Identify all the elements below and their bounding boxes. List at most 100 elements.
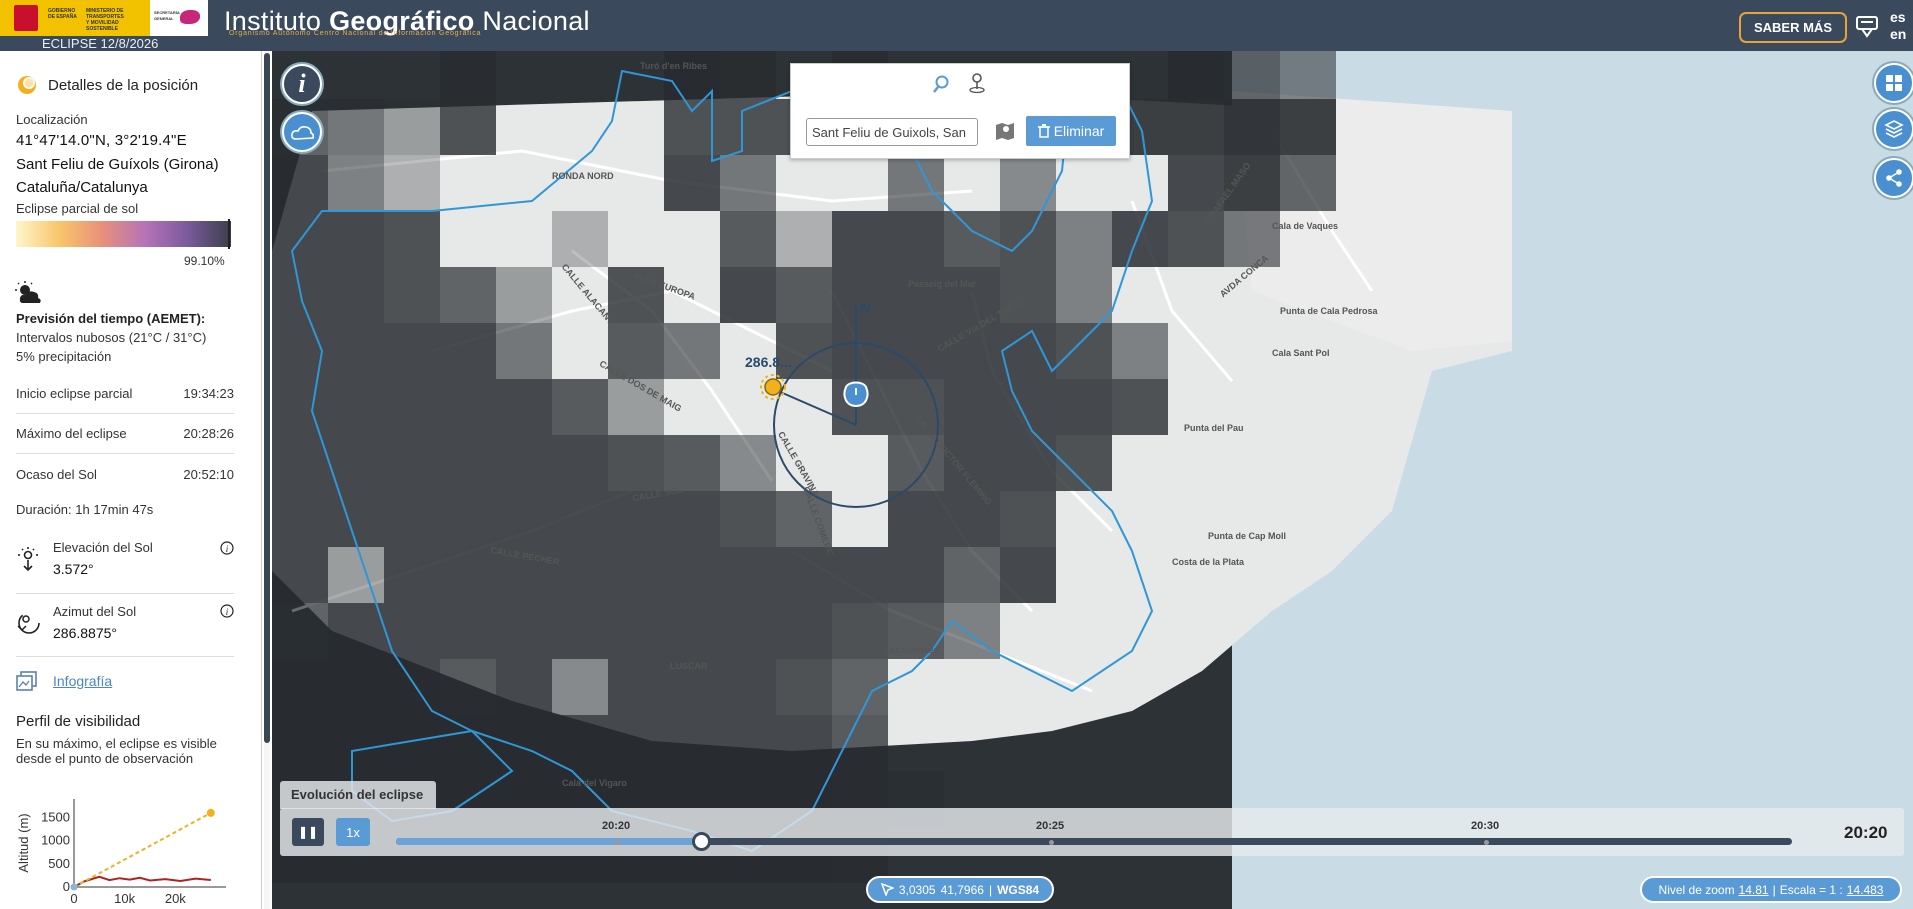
street-label: Turó d'en Ribes — [640, 61, 707, 71]
weather-description: Intervalos nubosos (21°C / 31°C) — [16, 330, 207, 345]
info-icon[interactable]: i — [220, 604, 234, 618]
visibility-profile-chart: 050010001500010k20kDistancia (m)Altitud … — [16, 799, 226, 909]
street-label: Passeig del Mar — [908, 279, 977, 289]
eliminar-label: Eliminar — [1053, 123, 1105, 139]
info-icon: i — [298, 69, 306, 98]
target-point — [206, 808, 215, 817]
pick-location-icon[interactable] — [967, 72, 987, 94]
coord-x: 3,0305 — [898, 882, 936, 897]
precipitation: 5% precipitación — [16, 349, 112, 364]
timeline-title: Evolución del eclipse — [280, 781, 436, 809]
eclipse-type: Eclipse parcial de sol — [16, 201, 139, 216]
sun-azimuth-icon — [17, 612, 40, 634]
eclipse-date: ECLIPSE 12/8/2026 — [42, 36, 159, 51]
scale-value[interactable]: 14.483 — [1847, 883, 1884, 897]
cloud-icon — [291, 126, 314, 140]
cursor-coordinates: 3,0305 41,7966 | WGS84 — [866, 876, 1054, 903]
x-tick-label: 10k — [114, 891, 135, 906]
tick-marker — [1049, 840, 1054, 845]
location-pin-icon[interactable] — [843, 381, 869, 408]
sun-icon — [760, 374, 786, 400]
feedback-icon[interactable] — [1854, 13, 1880, 44]
language-selector[interactable]: es en — [1890, 9, 1906, 43]
profile-description: En su máximo, el eclipse es visible desd… — [16, 736, 217, 766]
profile-title: Perfil de visibilidad — [16, 713, 141, 730]
location-place: Sant Feliu de Guíxols (Girona) — [16, 156, 219, 173]
scrollbar-thumb[interactable] — [264, 53, 270, 743]
street-label: Punta del Pau — [1184, 423, 1244, 433]
y-tick-label: 1500 — [41, 810, 70, 825]
grid-icon — [1886, 75, 1902, 91]
cursor-icon — [880, 883, 894, 896]
government-logos: GOBIERNO DE ESPAÑA MINISTERIO DE TRANSPO… — [0, 0, 208, 36]
eclipse-max-row: Máximo del eclipse 20:28:26 — [16, 414, 234, 454]
current-time: 20:20 — [1844, 823, 1888, 842]
row-label: Inicio eclipse parcial — [16, 386, 133, 401]
row-value: 19:34:23 — [183, 386, 234, 401]
azimuth-overlay: N 286.8... — [745, 300, 939, 508]
x-tick-label: 0 — [70, 891, 77, 906]
street-label: Cala Sant Pol — [1272, 348, 1330, 358]
y-tick-label: 0 — [63, 879, 70, 894]
timeline-progress — [396, 838, 706, 845]
share-icon — [1886, 169, 1902, 187]
divider — [16, 593, 234, 594]
row-label: Máximo del eclipse — [16, 426, 127, 441]
y-tick-label: 1000 — [41, 833, 70, 848]
ign-mark-icon — [180, 10, 200, 24]
layers-button[interactable] — [1874, 109, 1913, 149]
magnitude-gradient-bar — [16, 221, 231, 247]
weather-title: Previsión del tiempo (AEMET): — [16, 311, 206, 326]
basemap-button[interactable] — [1874, 63, 1913, 103]
pause-button[interactable]: ❚❚ — [292, 818, 324, 846]
zoom-value[interactable]: 14.81 — [1739, 883, 1769, 897]
infographic-icon[interactable] — [16, 671, 38, 691]
sunset-row: Ocaso del Sol 20:52:10 — [16, 454, 234, 494]
magnitude-value: 99.10% — [184, 254, 225, 268]
position-details-panel: Detalles de la posición Localización 41°… — [0, 51, 262, 909]
divider — [16, 656, 234, 657]
tick-label: 20:25 — [1036, 820, 1065, 832]
street-label: Cala del Vigaro — [562, 778, 627, 788]
map-view[interactable]: N 286.8... RONDA NORD AVDA EUROPA CALLE AL… — [272, 51, 1913, 909]
magnitude-marker — [228, 219, 231, 249]
azimuth-value-label: 286.8... — [745, 354, 792, 370]
tick-marker — [615, 840, 620, 845]
timeline-track[interactable] — [396, 838, 1792, 845]
trash-icon — [1037, 124, 1050, 138]
timeline-slider-handle[interactable] — [692, 832, 711, 851]
eclipse-start-row: Inicio eclipse parcial 19:34:23 — [16, 374, 234, 414]
search-input[interactable] — [806, 118, 978, 146]
gov-label: GOBIERNO DE ESPAÑA — [48, 8, 77, 20]
x-tick-label: 20k — [165, 891, 186, 906]
title-part-3: Nacional — [474, 6, 590, 36]
speed-button[interactable]: 1x — [336, 818, 370, 846]
weather-layer-button[interactable] — [282, 112, 322, 152]
info-button[interactable]: i — [282, 64, 322, 104]
street-label: Punta de Cap Moll — [1208, 531, 1287, 541]
infografia-link[interactable]: Infografía — [53, 673, 112, 689]
ign-subtitle: Organismo Autónomo Centro Nacional de In… — [229, 30, 482, 37]
tick-label: 20:20 — [602, 820, 631, 832]
share-button[interactable] — [1874, 158, 1913, 198]
street-label: Les Sofreres — [884, 645, 939, 655]
saber-mas-button[interactable]: SABER MÁS — [1739, 12, 1847, 43]
coord-y: 41,7966 — [940, 882, 984, 897]
lang-es[interactable]: es — [1890, 9, 1906, 26]
y-tick-label: 500 — [48, 856, 70, 871]
header: GOBIERNO DE ESPAÑA MINISTERIO DE TRANSPO… — [0, 0, 1913, 51]
lang-en[interactable]: en — [1890, 26, 1906, 43]
sidebar-scrollbar[interactable] — [264, 51, 270, 909]
location-region: Cataluña/Catalunya — [16, 179, 148, 196]
eclipse-icon — [18, 76, 36, 94]
eliminar-button[interactable]: Eliminar — [1026, 116, 1116, 146]
street-label: RONDA NORD — [552, 171, 614, 181]
info-icon[interactable]: i — [220, 541, 234, 555]
map-pin-icon[interactable] — [994, 120, 1016, 142]
location-label: Localización — [16, 112, 88, 127]
series-line-1 — [73, 812, 212, 888]
search-place-icon[interactable] — [933, 74, 953, 94]
search-panel: Eliminar — [790, 63, 1130, 159]
street-label: Costa de la Plata — [1172, 557, 1245, 567]
svg-text:i: i — [226, 544, 229, 554]
